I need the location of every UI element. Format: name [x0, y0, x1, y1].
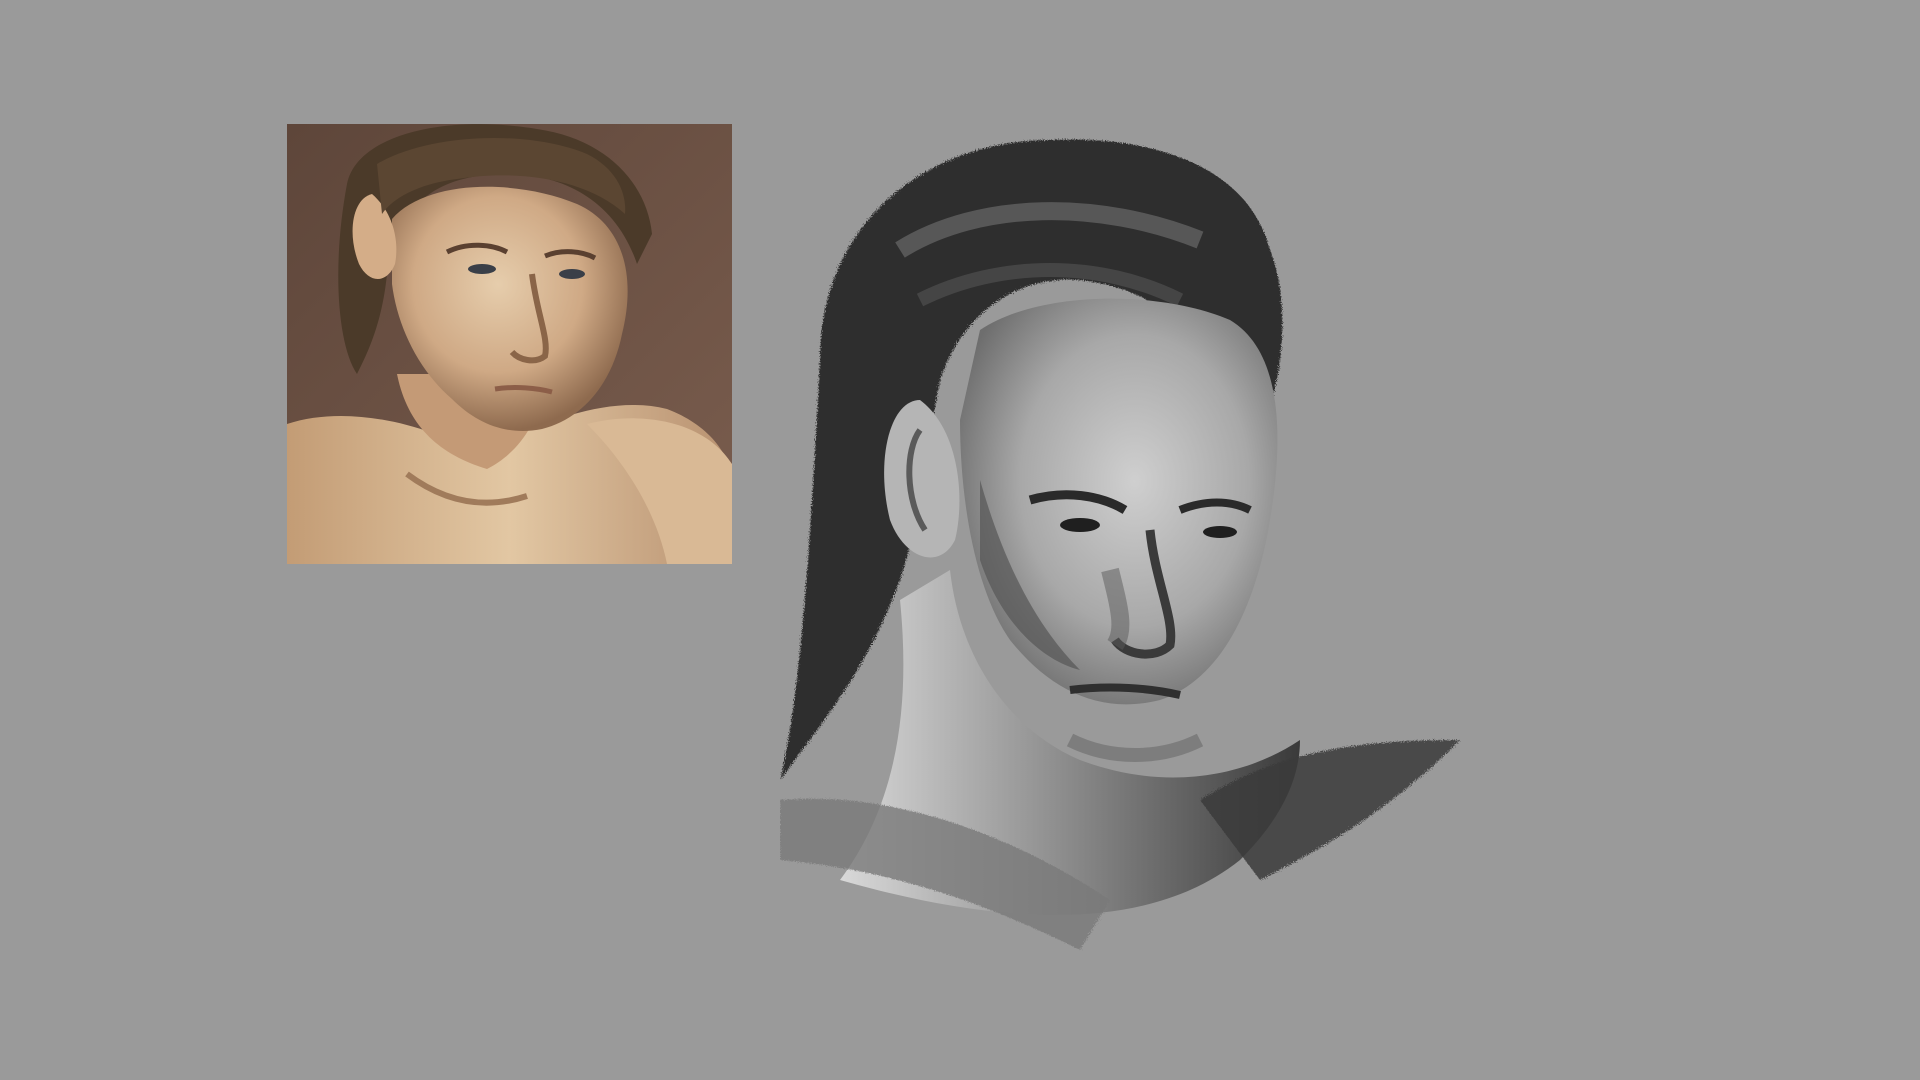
grayscale-study — [780, 100, 1560, 1030]
canvas — [0, 0, 1920, 1080]
reference-photo — [287, 124, 732, 564]
